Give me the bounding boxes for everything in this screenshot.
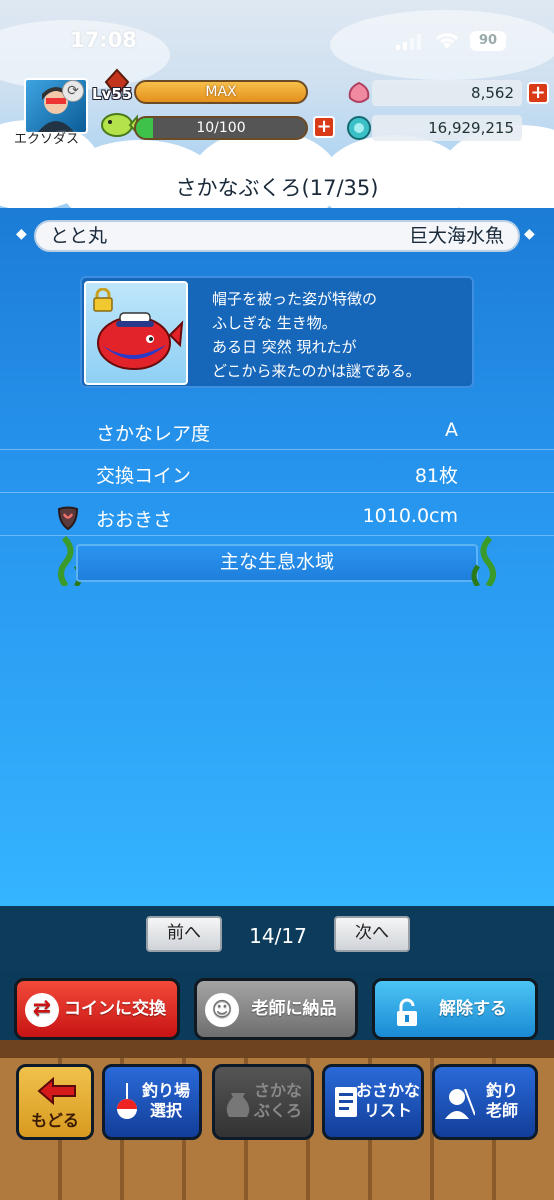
lock-icon <box>92 287 114 312</box>
unlock-label: 解除する <box>439 999 507 1019</box>
master-avatar-icon <box>443 1085 476 1119</box>
coin-exchange-label: コインに交換 <box>64 999 166 1019</box>
rarity-label: さかなレア度 <box>96 423 211 445</box>
next-button[interactable]: 次へ <box>334 916 410 952</box>
exchange-coin-value: 81枚 <box>414 465 458 487</box>
coin-exchange-icon: ⇄ <box>25 993 59 1027</box>
status-time: 17:08 <box>70 28 137 52</box>
gem-count: 8,562 <box>372 80 522 106</box>
exp-bar: MAX <box>134 80 308 104</box>
habitat-header: 主な生息水域 <box>76 544 478 582</box>
back-button[interactable]: もどる <box>16 1064 94 1140</box>
rarity-value: A <box>445 419 458 441</box>
coin-count: 16,929,215 <box>372 115 522 141</box>
deliver-to-master-button[interactable]: ☺ 老師に納品 <box>194 978 358 1040</box>
refresh-icon[interactable]: ⟳ <box>62 80 84 102</box>
back-label: もどる <box>31 1111 79 1130</box>
prev-button[interactable]: 前へ <box>146 916 222 952</box>
add-stamina-button[interactable]: + <box>313 116 335 138</box>
player-level: Lv55 <box>92 85 133 103</box>
seaweed-right-icon <box>462 535 502 588</box>
nav-fish-list[interactable]: おさかな リスト <box>322 1064 424 1140</box>
nav-fish-bag[interactable]: さかな ぶくろ <box>212 1064 314 1140</box>
row-divider <box>0 492 554 493</box>
description-line: どこから来たのかは謎である。 <box>212 362 421 380</box>
fish-name: とと丸 <box>50 225 108 247</box>
name-plate-left-ornament-icon: ◆ <box>16 226 27 242</box>
coin-exchange-button[interactable]: ⇄ コインに交換 <box>14 978 180 1040</box>
player-name: エクソダス <box>14 132 80 147</box>
gem-icon <box>346 80 372 106</box>
deliver-label: 老師に納品 <box>251 999 337 1019</box>
stamina-fish-icon <box>100 110 138 140</box>
coin-icon <box>346 115 372 141</box>
wifi-icon <box>434 30 460 50</box>
unlock-button[interactable]: 解除する <box>372 978 538 1040</box>
fish-bag-icon <box>223 1087 253 1121</box>
nav-master[interactable]: 釣り 老師 <box>432 1064 538 1140</box>
size-value: 1010.0cm <box>362 505 458 527</box>
fish-name-plate: とと丸 巨大海水魚 <box>34 220 520 252</box>
page-title: さかなぶくろ(17/35) <box>175 176 379 200</box>
stamina-bar: 10/100 <box>134 116 308 140</box>
bottom-nav-rail <box>0 1040 554 1058</box>
unlock-icon <box>393 995 421 1026</box>
nav-fishing-spot[interactable]: 釣り場 選択 <box>102 1064 202 1140</box>
fish-category: 巨大海水魚 <box>408 225 504 247</box>
size-label: おおきさ <box>96 509 173 531</box>
description-line: ふしぎな 生き物。 <box>212 314 337 332</box>
fish-list-icon <box>333 1085 359 1119</box>
exchange-coin-label: 交換コイン <box>96 465 192 487</box>
name-plate-right-ornament-icon: ◆ <box>524 226 535 242</box>
add-gems-button[interactable]: + <box>527 82 549 104</box>
master-icon: ☺ <box>205 993 239 1027</box>
fishing-float-icon <box>113 1083 141 1123</box>
battery-indicator: 90 <box>470 31 506 51</box>
signal-icon <box>396 34 422 50</box>
back-arrow-icon <box>37 1076 77 1106</box>
size-shield-icon <box>56 505 80 531</box>
row-divider <box>0 449 554 450</box>
description-line: 帽子を被った姿が特徴の <box>212 290 378 308</box>
description-line: ある日 突然 現れたが <box>212 338 357 356</box>
stamina-value: 10/100 <box>196 120 246 136</box>
page-indicator: 14/17 <box>249 924 307 948</box>
